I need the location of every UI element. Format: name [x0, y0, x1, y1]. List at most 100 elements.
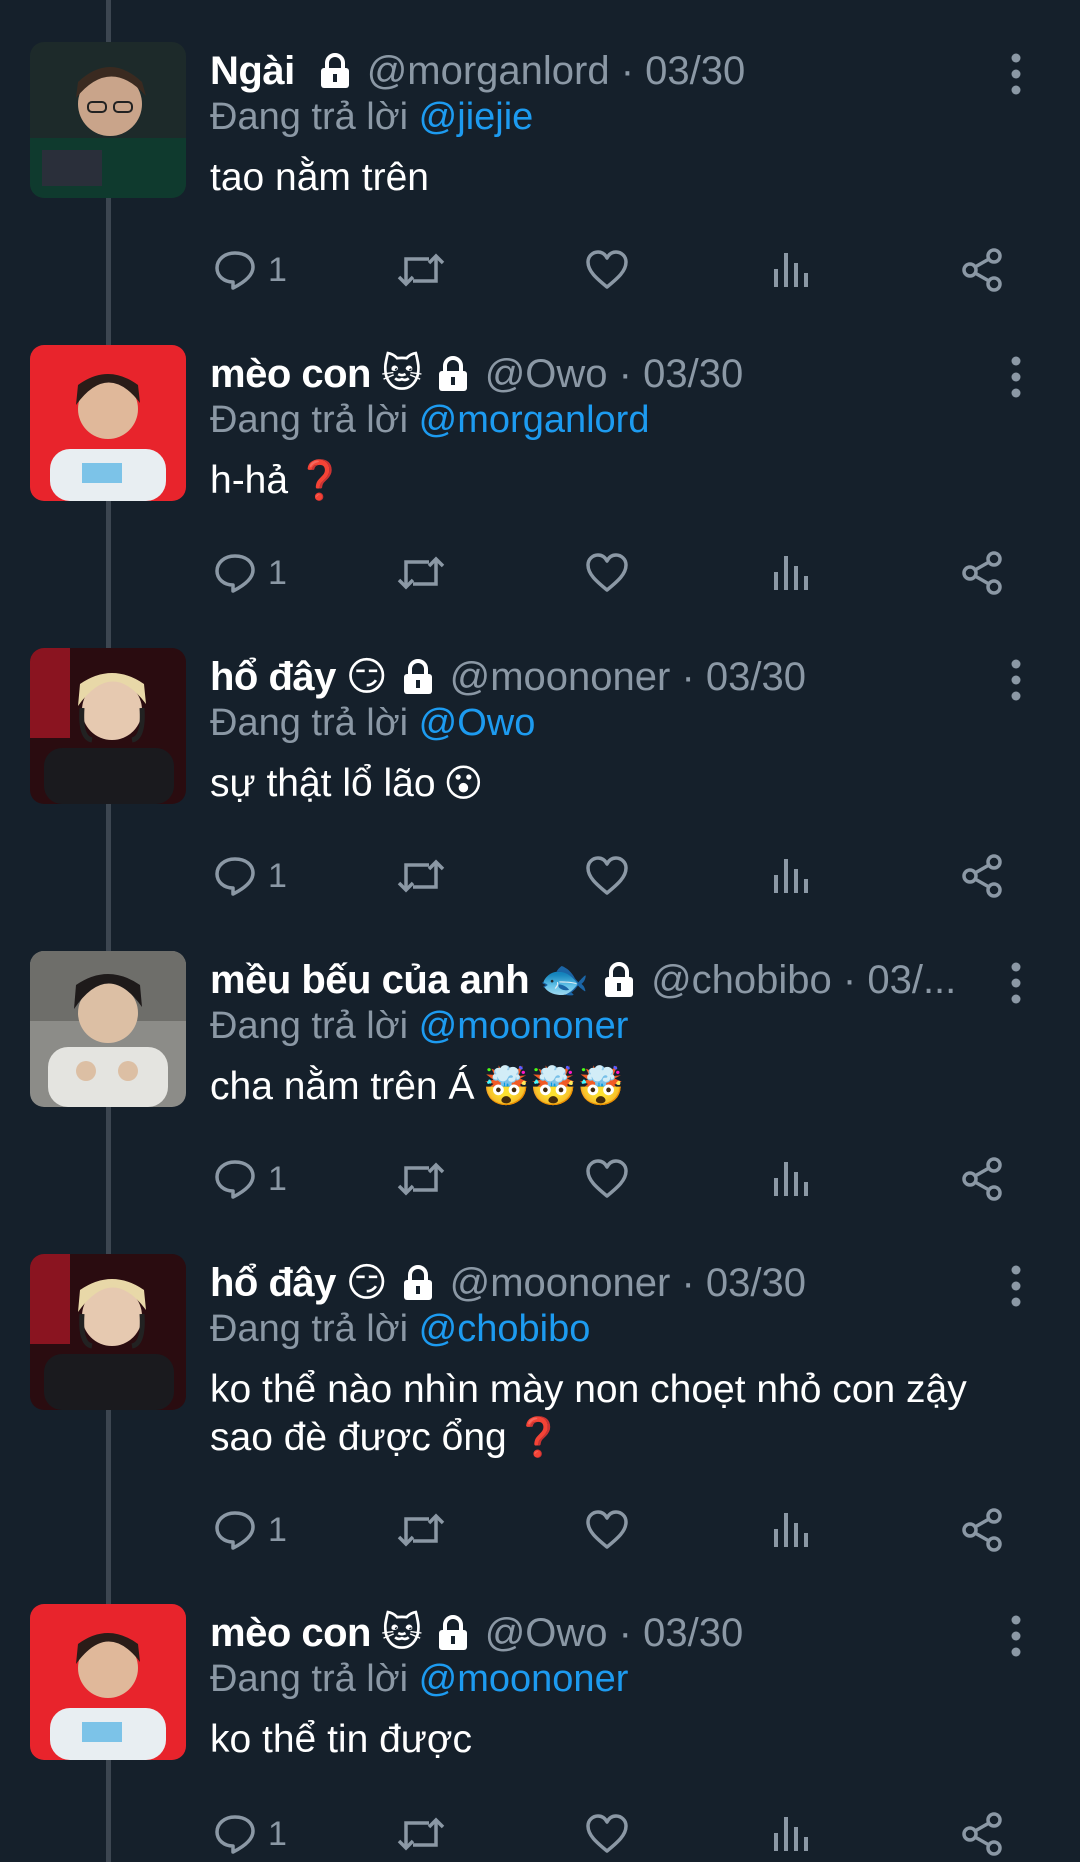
- replying-to: Đang trả lời @Owo: [210, 700, 1000, 746]
- display-name[interactable]: mèo con: [210, 1611, 371, 1656]
- tweet[interactable]: mều bếu của anh 🐟 @chobibo · 03/... Đang…: [0, 909, 1080, 1209]
- like-icon: [586, 856, 628, 895]
- tweet-text: ko thể nào nhìn mày non choẹt nhỏ con zậ…: [210, 1366, 1000, 1462]
- retweet-button[interactable]: [396, 1806, 446, 1862]
- views-icon: [774, 1513, 808, 1547]
- reply-icon: [215, 251, 255, 290]
- like-button[interactable]: [584, 848, 630, 904]
- handle-date[interactable]: @Owo · 03/30: [485, 352, 744, 397]
- share-button[interactable]: [958, 1806, 1006, 1862]
- like-button[interactable]: [584, 1806, 630, 1862]
- more-icon[interactable]: [1004, 961, 1028, 1005]
- avatar[interactable]: [30, 1254, 186, 1410]
- mention-link[interactable]: @moononer: [419, 1005, 629, 1047]
- replying-to: Đang trả lời @moononer: [210, 1656, 1000, 1702]
- avatar[interactable]: [30, 951, 186, 1107]
- reply-button[interactable]: 1: [212, 1806, 287, 1862]
- mention-link[interactable]: @jiejie: [419, 96, 534, 138]
- handle-date[interactable]: @morganlord · 03/30: [367, 49, 746, 94]
- views-button[interactable]: [770, 1806, 810, 1862]
- reply-icon: [215, 1815, 255, 1854]
- reply-button[interactable]: 1: [212, 242, 287, 298]
- handle-date[interactable]: @moononer · 03/30: [450, 655, 806, 700]
- retweet-button[interactable]: [396, 1502, 446, 1558]
- retweet-icon: [397, 556, 445, 590]
- tweet-text: h-hả ❓: [210, 457, 1000, 505]
- lock-icon: [398, 657, 438, 697]
- views-button[interactable]: [770, 1502, 810, 1558]
- more-icon[interactable]: [1004, 658, 1028, 702]
- views-button[interactable]: [770, 242, 810, 298]
- mention-link[interactable]: @morganlord: [419, 399, 650, 441]
- replying-label: Đang trả lời: [210, 702, 409, 744]
- tweet-text: cha nằm trên Á 🤯🤯🤯: [210, 1063, 1000, 1111]
- retweet-button[interactable]: [396, 848, 446, 904]
- views-button[interactable]: [770, 1151, 810, 1207]
- tweet[interactable]: mèo con 🐱 @Owo · 03/30 Đang trả lời @mor…: [0, 303, 1080, 603]
- tweet-text-content: ko thể nào nhìn mày non choẹt nhỏ con zậ…: [210, 1368, 967, 1411]
- text-emoji: ❓: [296, 458, 344, 502]
- display-name[interactable]: Ngài: [210, 49, 295, 94]
- like-icon: [586, 1510, 628, 1549]
- more-icon[interactable]: [1004, 1614, 1028, 1658]
- reply-count: 1: [268, 1814, 287, 1853]
- action-bar: 1: [210, 242, 1010, 298]
- retweet-icon: [397, 253, 445, 287]
- like-button[interactable]: [584, 1151, 630, 1207]
- share-button[interactable]: [958, 1151, 1006, 1207]
- display-name[interactable]: mèo con: [210, 352, 371, 397]
- reply-button[interactable]: 1: [212, 545, 287, 601]
- like-button[interactable]: [584, 242, 630, 298]
- avatar[interactable]: [30, 42, 186, 198]
- handle-date[interactable]: @chobibo · 03/...: [651, 958, 956, 1003]
- lock-icon: [433, 1613, 473, 1653]
- share-icon: [962, 1508, 1002, 1552]
- reply-button[interactable]: 1: [212, 1151, 287, 1207]
- like-button[interactable]: [584, 1502, 630, 1558]
- mention-link[interactable]: @moononer: [419, 1658, 629, 1700]
- replying-to: Đang trả lời @chobibo: [210, 1306, 1000, 1352]
- retweet-button[interactable]: [396, 1151, 446, 1207]
- display-name[interactable]: hổ đây: [210, 1261, 336, 1306]
- tweet-text-content: sao đè được ổng: [210, 1416, 507, 1459]
- share-icon: [962, 551, 1002, 595]
- share-button[interactable]: [958, 848, 1006, 904]
- share-icon: [962, 854, 1002, 898]
- tweet[interactable]: hổ đây 😏 @moononer · 03/30 Đang trả lời …: [0, 1212, 1080, 1552]
- more-icon[interactable]: [1004, 52, 1028, 96]
- share-button[interactable]: [958, 1502, 1006, 1558]
- replying-to: Đang trả lời @morganlord: [210, 397, 1000, 443]
- retweet-button[interactable]: [396, 242, 446, 298]
- share-icon: [962, 1157, 1002, 1201]
- reply-count: 1: [268, 856, 287, 895]
- handle-date[interactable]: @Owo · 03/30: [485, 1611, 744, 1656]
- share-button[interactable]: [958, 545, 1006, 601]
- tweet[interactable]: hổ đây 😏 @moononer · 03/30 Đang trả lời …: [0, 606, 1080, 906]
- tweet[interactable]: Ngài @morganlord · 03/30 Đang trả lời @j…: [0, 0, 1080, 300]
- replying-label: Đang trả lời: [210, 1658, 409, 1700]
- more-icon[interactable]: [1004, 355, 1028, 399]
- avatar[interactable]: [30, 1604, 186, 1760]
- more-icon[interactable]: [1004, 1264, 1028, 1308]
- retweet-button[interactable]: [396, 545, 446, 601]
- avatar[interactable]: [30, 648, 186, 804]
- views-icon: [774, 556, 808, 590]
- action-bar: 1: [210, 848, 1010, 904]
- tweet-text-content: ko thể tin được: [210, 1718, 472, 1761]
- mention-link[interactable]: @chobibo: [419, 1308, 591, 1350]
- handle-date[interactable]: @moononer · 03/30: [450, 1261, 806, 1306]
- display-name[interactable]: mều bếu của anh: [210, 958, 530, 1003]
- like-icon: [586, 553, 628, 592]
- display-name[interactable]: hổ đây: [210, 655, 336, 700]
- avatar[interactable]: [30, 345, 186, 501]
- like-button[interactable]: [584, 545, 630, 601]
- replying-label: Đang trả lời: [210, 96, 409, 138]
- mention-link[interactable]: @Owo: [419, 702, 536, 744]
- share-button[interactable]: [958, 242, 1006, 298]
- views-button[interactable]: [770, 848, 810, 904]
- tweet[interactable]: mèo con 🐱 @Owo · 03/30 Đang trả lời @moo…: [0, 1562, 1080, 1862]
- views-button[interactable]: [770, 545, 810, 601]
- reply-button[interactable]: 1: [212, 848, 287, 904]
- like-icon: [586, 1159, 628, 1198]
- reply-button[interactable]: 1: [212, 1502, 287, 1558]
